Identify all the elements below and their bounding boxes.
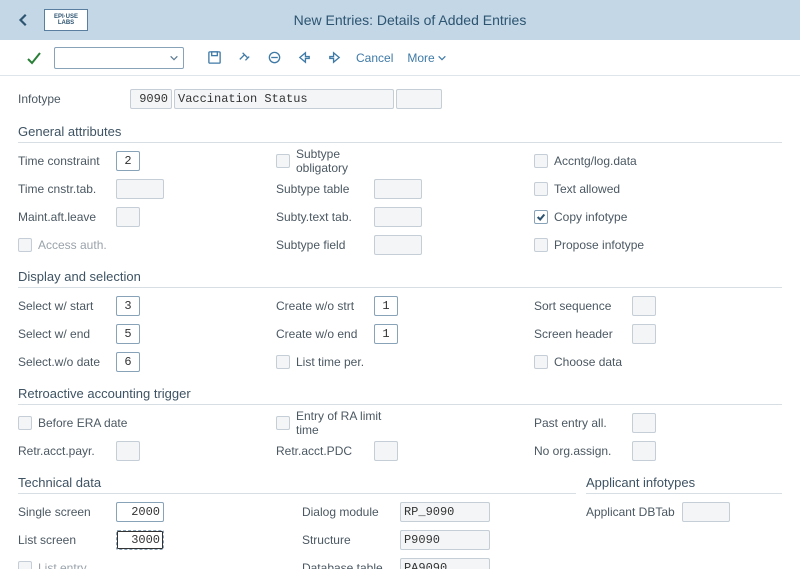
choose-data-checkbox — [534, 355, 548, 369]
chevron-down-icon — [437, 53, 447, 63]
accntg-log-checkbox — [534, 154, 548, 168]
logo: EPI·USELABS — [44, 9, 88, 31]
toolbar: Cancel More — [0, 40, 800, 76]
before-era-checkbox — [18, 416, 32, 430]
section-display-heading: Display and selection — [18, 269, 782, 284]
subtype-table-input — [374, 179, 422, 199]
section-retro: Before ERA date Entry of RA limit time P… — [18, 411, 782, 463]
more-menu[interactable]: More — [403, 51, 450, 65]
section-display: Select w/ start3 Create w/o strt1 Sort s… — [18, 294, 782, 374]
section-general: Time constraint2 Subtype obligatory Accn… — [18, 149, 782, 257]
text-allowed-checkbox — [534, 182, 548, 196]
save-icon[interactable] — [202, 46, 226, 70]
no-org-assign-input — [632, 441, 656, 461]
titlebar: EPI·USELABS New Entries: Details of Adde… — [0, 0, 800, 40]
applicant-dbtab-input — [682, 502, 730, 522]
next-entry-icon[interactable] — [322, 46, 346, 70]
database-table-input: PA9090 — [400, 558, 490, 569]
section-tech-heading: Technical data — [18, 475, 576, 490]
infotype-row: Infotype 9090 Vaccination Status — [18, 86, 782, 112]
page-title: New Entries: Details of Added Entries — [88, 12, 732, 28]
maint-aft-leave-input — [116, 207, 140, 227]
infotype-extra — [396, 89, 442, 109]
past-entry-all-input — [632, 413, 656, 433]
access-auth-checkbox — [18, 238, 32, 252]
screen-header-input — [632, 324, 656, 344]
list-time-per-checkbox — [276, 355, 290, 369]
subtype-oblig-checkbox — [276, 154, 290, 168]
copy-infotype-checkbox[interactable] — [534, 210, 548, 224]
infotype-code: 9090 — [130, 89, 172, 109]
dialog-module-input: RP_9090 — [400, 502, 490, 522]
time-cnstr-tab-input — [116, 179, 164, 199]
section-general-heading: General attributes — [18, 124, 782, 139]
list-entry-checkbox — [18, 561, 32, 569]
select-w-start-input[interactable]: 3 — [116, 296, 140, 316]
back-button[interactable] — [8, 6, 40, 34]
retr-acct-pdc-input — [374, 441, 398, 461]
accept-icon[interactable] — [20, 50, 48, 66]
section-applicant-heading: Applicant infotypes — [586, 475, 782, 490]
entry-ra-limit-checkbox — [276, 416, 290, 430]
select-w-end-input[interactable]: 5 — [116, 324, 140, 344]
propose-infotype-checkbox — [534, 238, 548, 252]
retr-acct-payr-input — [116, 441, 140, 461]
infotype-name: Vaccination Status — [174, 89, 394, 109]
subtype-field-input — [374, 235, 422, 255]
previous-entry-icon[interactable] — [292, 46, 316, 70]
infotype-label: Infotype — [18, 92, 130, 106]
cancel-button[interactable]: Cancel — [352, 51, 397, 65]
change-icon[interactable] — [232, 46, 256, 70]
command-dropdown[interactable] — [54, 47, 184, 69]
subty-text-tab-input — [374, 207, 422, 227]
time-constraint-label: Time constraint — [18, 154, 116, 168]
section-retro-heading: Retroactive accounting trigger — [18, 386, 782, 401]
delete-icon[interactable] — [262, 46, 286, 70]
structure-input: P9090 — [400, 530, 490, 550]
chevron-down-icon — [169, 53, 179, 63]
create-wo-strt-input[interactable]: 1 — [374, 296, 398, 316]
sort-sequence-input — [632, 296, 656, 316]
create-wo-end-input[interactable]: 1 — [374, 324, 398, 344]
select-wo-date-input[interactable]: 6 — [116, 352, 140, 372]
time-cnstr-tab-label: Time cnstr.tab. — [18, 182, 116, 196]
time-constraint-input[interactable]: 2 — [116, 151, 140, 171]
single-screen-input[interactable]: 2000 — [116, 502, 164, 522]
list-screen-input[interactable]: 3000 — [116, 530, 164, 550]
